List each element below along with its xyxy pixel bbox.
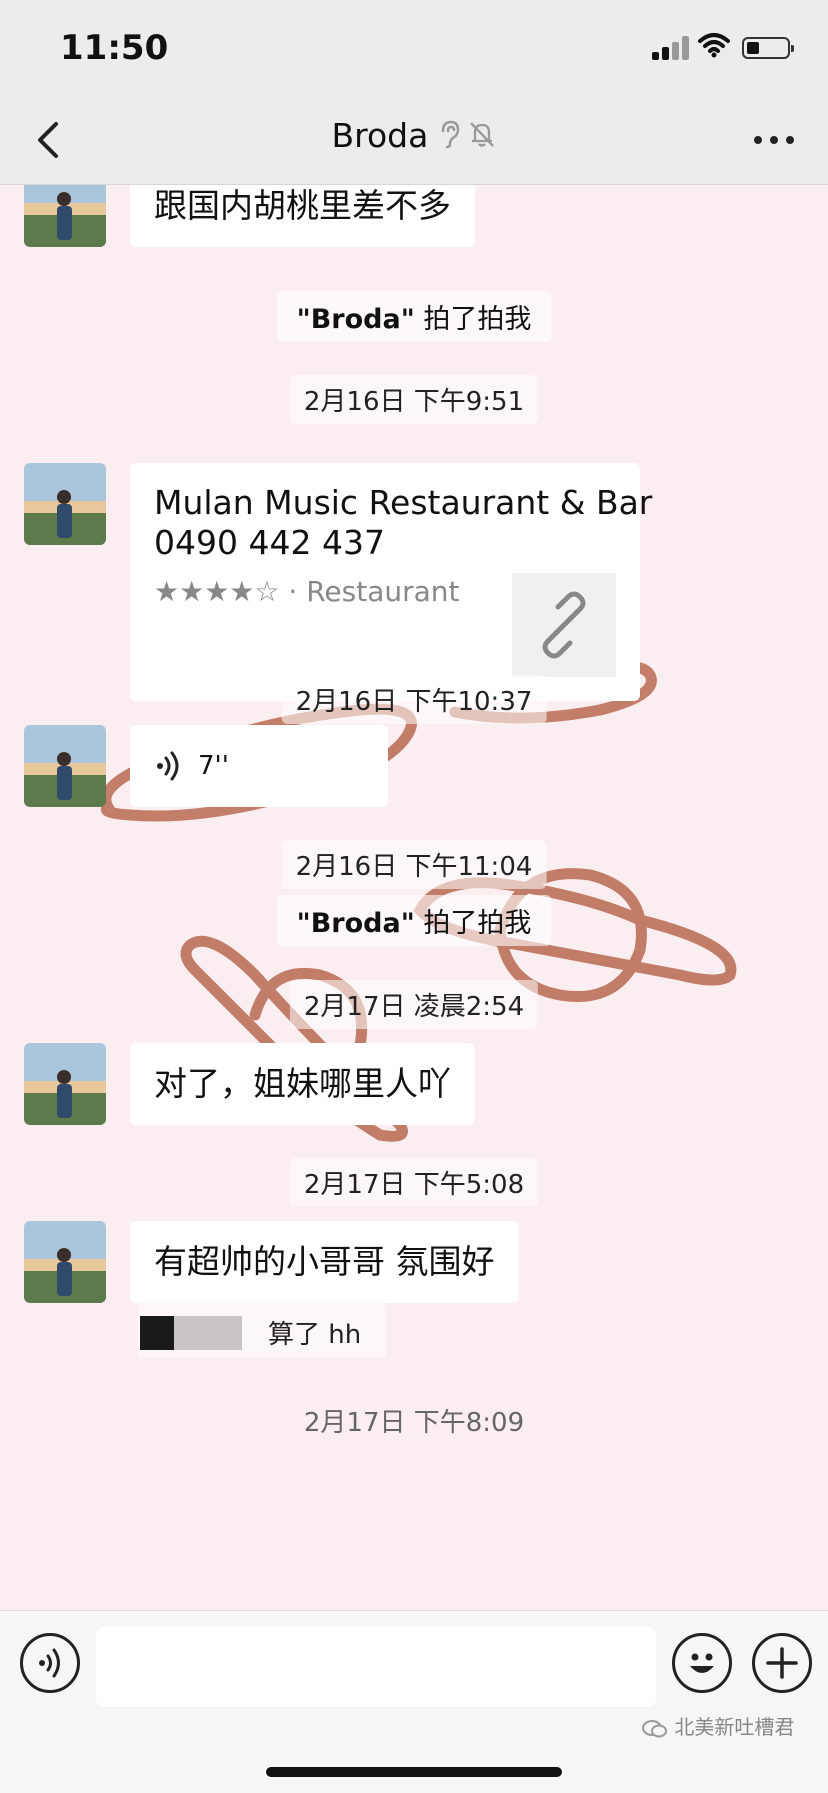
timestamp: 2月17日 凌晨2:54 <box>289 980 539 1029</box>
message-text: 有超帅的小哥哥 氛围好 <box>154 1242 495 1281</box>
place-name: Mulan Music Restaurant & Bar <box>154 483 653 522</box>
contact-avatar[interactable] <box>24 185 106 247</box>
timestamp: 2月17日 下午5:08 <box>289 1158 539 1207</box>
timestamp: 2月16日 下午9:51 <box>289 375 539 424</box>
contact-avatar[interactable] <box>24 1221 106 1303</box>
pat-notification: "Broda" 拍了拍我 <box>276 291 552 342</box>
message-text: 对了，姐妹哪里人吖 <box>154 1064 451 1103</box>
timestamp-partial: 2月17日 下午8:09 <box>303 1408 525 1438</box>
home-indicator[interactable] <box>266 1767 562 1777</box>
location-card[interactable]: Mulan Music Restaurant & Bar 0490 442 43… <box>130 463 652 701</box>
emoji-icon <box>690 1653 714 1673</box>
quoted-reply[interactable]: 算了 hh <box>138 1302 386 1358</box>
place-phone: 0490 442 437 <box>154 523 385 562</box>
plus-button[interactable] <box>752 1633 812 1693</box>
pat-sender: "Broda" <box>296 304 415 335</box>
watermark: 北美新吐槽君 <box>642 1711 794 1740</box>
chat-area[interactable]: 跟国内胡桃里差不多 "Broda" 拍了拍我 2月16日 下午9:51 Mula… <box>0 185 828 1610</box>
avatar-photo <box>24 1221 106 1303</box>
avatar-photo <box>24 185 106 247</box>
chat-header: Broda <box>0 96 828 185</box>
ear-icon <box>442 120 460 148</box>
voice-message[interactable]: 7'' <box>130 725 388 807</box>
contact-avatar[interactable] <box>24 463 106 545</box>
emoji-button[interactable] <box>672 1633 732 1693</box>
avatar-photo <box>24 725 106 807</box>
voice-wave-icon <box>157 751 179 781</box>
pat-action: 拍了拍我 <box>414 908 532 939</box>
battery-icon <box>742 37 794 59</box>
input-bar: 北美新吐槽君 <box>0 1610 828 1793</box>
timestamp: 2月16日 下午10:37 <box>281 675 547 724</box>
rating-stars: ★★★★☆ <box>154 575 280 608</box>
link-icon <box>542 591 586 659</box>
chat-title: Broda <box>331 116 429 155</box>
avatar-photo <box>24 463 106 545</box>
message-bubble[interactable]: 对了，姐妹哪里人吖 <box>130 1043 475 1125</box>
wifi-icon <box>698 33 730 58</box>
voice-duration: 7'' <box>198 751 229 781</box>
message-input[interactable] <box>96 1627 656 1707</box>
reply-text: 算了 hh <box>268 1320 362 1350</box>
place-category: · Restaurant <box>279 575 460 608</box>
muted-bell-icon <box>469 121 494 147</box>
watermark-text: 北美新吐槽君 <box>674 1715 795 1739</box>
link-thumbnail[interactable] <box>512 573 616 677</box>
status-time: 11:50 <box>60 28 169 68</box>
message-bubble[interactable]: 跟国内胡桃里差不多 <box>130 185 475 247</box>
avatar-photo <box>24 1043 106 1125</box>
message-text: 跟国内胡桃里差不多 <box>154 186 451 225</box>
pat-action: 拍了拍我 <box>414 304 532 335</box>
redacted-block <box>140 1316 174 1350</box>
contact-avatar[interactable] <box>24 1043 106 1125</box>
plus-icon <box>766 1647 798 1679</box>
wechat-logo-icon <box>642 1719 667 1737</box>
more-options-button[interactable] <box>750 126 798 154</box>
message-bubble[interactable]: 有超帅的小哥哥 氛围好 <box>130 1221 519 1303</box>
status-bar: 11:50 <box>0 0 828 96</box>
signal-icon <box>652 36 690 60</box>
voice-icon <box>39 1648 60 1678</box>
pat-sender: "Broda" <box>296 908 415 939</box>
timestamp: 2月16日 下午11:04 <box>281 840 547 889</box>
contact-avatar[interactable] <box>24 725 106 807</box>
redacted-block <box>174 1316 242 1350</box>
pat-notification: "Broda" 拍了拍我 <box>276 895 552 946</box>
voice-input-button[interactable] <box>20 1633 80 1693</box>
